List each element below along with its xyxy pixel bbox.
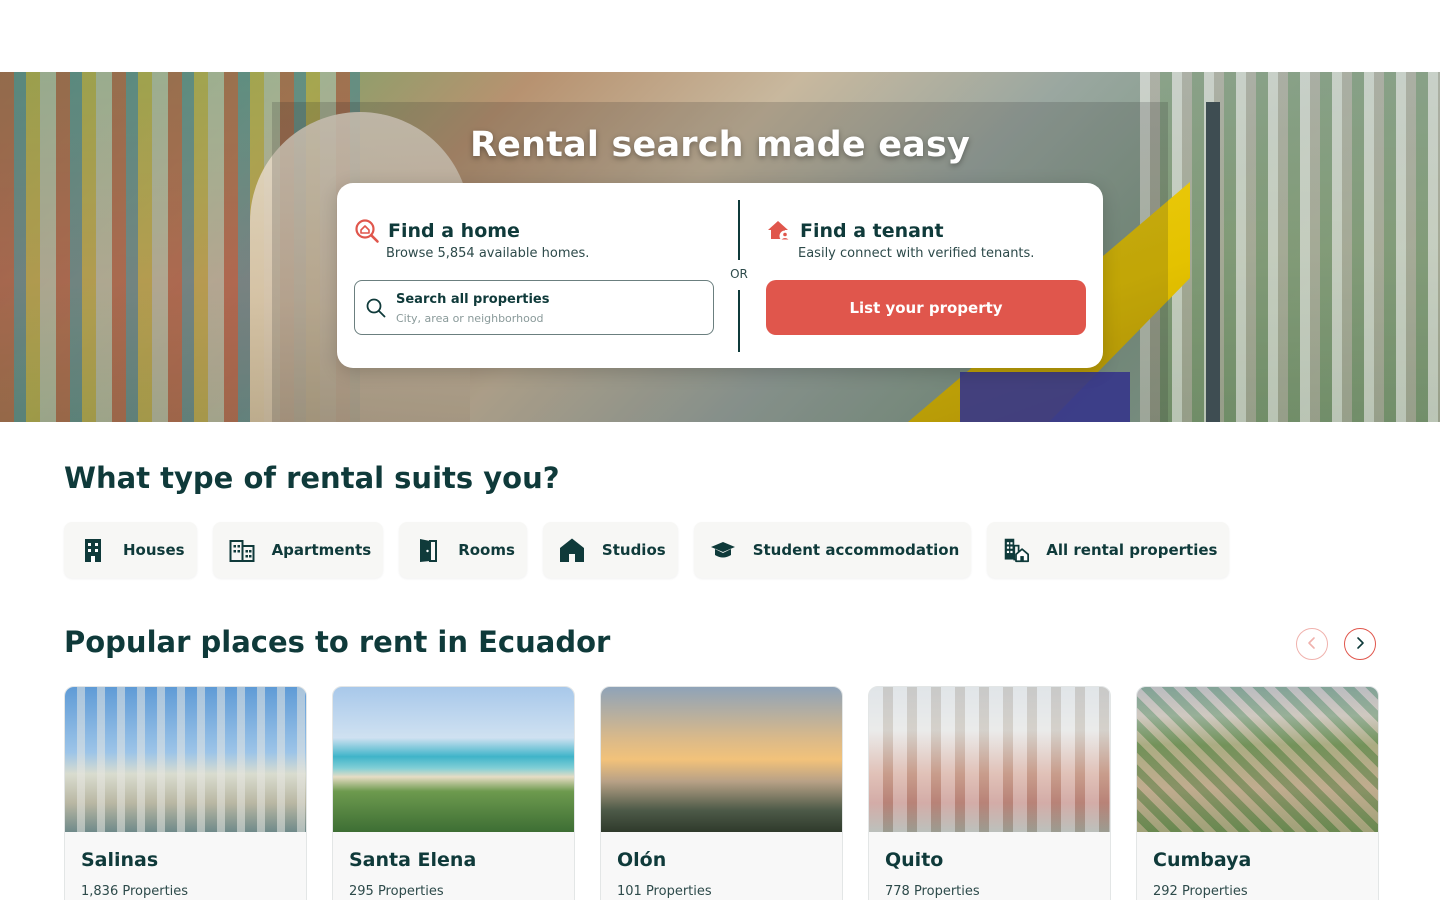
city-image: [65, 687, 306, 832]
city-image: [1137, 687, 1378, 832]
city-card-olon[interactable]: Olón 101 Properties: [600, 686, 843, 900]
city-card-quito[interactable]: Quito 778 Properties: [868, 686, 1111, 900]
home-user-icon: [766, 218, 792, 244]
search-input-placeholder: City, area or neighborhood: [396, 312, 544, 325]
city-card-santa-elena[interactable]: Santa Elena 295 Properties: [332, 686, 575, 900]
city-card-cumbaya[interactable]: Cumbaya 292 Properties: [1136, 686, 1379, 900]
rental-types-title: What type of rental suits you?: [64, 461, 560, 495]
home-search-icon: [354, 218, 380, 244]
or-divider-top: [738, 200, 740, 260]
rental-type-all[interactable]: All rental properties: [987, 522, 1230, 578]
or-divider-bottom: [738, 290, 740, 352]
or-separator: OR: [730, 267, 748, 281]
rental-type-studios[interactable]: Studios: [542, 522, 678, 578]
find-tenant-header: Find a tenant: [766, 218, 944, 244]
hero-title: Rental search made easy: [469, 125, 971, 165]
city-property-count: 1,836 Properties: [81, 884, 189, 899]
hero-banner: Rental search made easy Find a home Brow…: [0, 72, 1440, 422]
rental-type-label: Studios: [601, 541, 666, 559]
find-tenant-title: Find a tenant: [800, 220, 944, 242]
house-icon: [559, 537, 585, 563]
search-input[interactable]: Search all properties City, area or neig…: [354, 280, 714, 335]
carousel-next-button[interactable]: [1344, 628, 1376, 660]
rental-type-houses[interactable]: Houses: [64, 522, 197, 578]
rental-type-label: Student accommodation: [752, 541, 960, 559]
rental-type-label: Rooms: [458, 541, 515, 559]
rental-type-apartments[interactable]: Apartments: [212, 522, 384, 578]
graduation-cap-icon: [710, 537, 736, 563]
door-icon: [415, 537, 441, 563]
city-name: Salinas: [81, 849, 159, 871]
rental-type-list: Houses Apartments Rooms Studios Student …: [64, 522, 1230, 578]
chevron-left-icon: [1305, 635, 1319, 654]
rental-type-label: All rental properties: [1046, 541, 1218, 559]
city-image: [601, 687, 842, 832]
search-card: Find a home Browse 5,854 available homes…: [337, 183, 1103, 368]
city-property-count: 778 Properties: [885, 884, 980, 899]
city-property-count: 295 Properties: [349, 884, 444, 899]
carousel-prev-button[interactable]: [1296, 628, 1328, 660]
find-tenant-subtitle: Easily connect with verified tenants.: [798, 246, 1035, 261]
city-name: Santa Elena: [349, 849, 477, 871]
city-property-count: 292 Properties: [1153, 884, 1248, 899]
city-name: Olón: [617, 849, 667, 871]
top-navigation-bar: [0, 0, 1440, 72]
list-property-button[interactable]: List your property: [766, 280, 1086, 335]
buildings-home-icon: [1003, 537, 1030, 563]
rental-type-label: Houses: [123, 541, 185, 559]
popular-places-title: Popular places to rent in Ecuador: [64, 625, 611, 659]
city-image: [869, 687, 1110, 832]
chevron-right-icon: [1353, 635, 1367, 654]
rental-type-label: Apartments: [271, 541, 372, 559]
city-property-count: 101 Properties: [617, 884, 712, 899]
apartment-icon: [229, 537, 255, 563]
city-name: Cumbaya: [1153, 849, 1252, 871]
city-name: Quito: [885, 849, 944, 871]
popular-places-carousel: Salinas 1,836 Properties Santa Elena 295…: [64, 686, 1379, 900]
city-card-salinas[interactable]: Salinas 1,836 Properties: [64, 686, 307, 900]
find-home-header: Find a home: [354, 218, 520, 244]
building-icon: [80, 537, 106, 563]
search-icon: [365, 297, 387, 319]
search-input-label: Search all properties: [396, 292, 550, 307]
city-image: [333, 687, 574, 832]
rental-type-rooms[interactable]: Rooms: [399, 522, 527, 578]
find-home-subtitle: Browse 5,854 available homes.: [386, 246, 590, 261]
rental-type-student-accommodation[interactable]: Student accommodation: [693, 522, 972, 578]
find-home-title: Find a home: [388, 220, 520, 242]
